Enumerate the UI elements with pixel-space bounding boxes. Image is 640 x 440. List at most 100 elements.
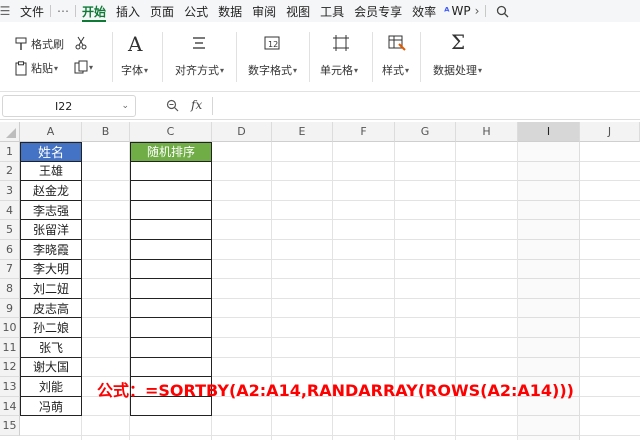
column-header-b[interactable]: B bbox=[82, 122, 130, 142]
column-header-a[interactable]: A bbox=[20, 122, 82, 142]
column-header-g[interactable]: G bbox=[395, 122, 456, 142]
tab-review[interactable]: 审阅 bbox=[252, 0, 276, 22]
tab-formula[interactable]: 公式 bbox=[184, 0, 208, 22]
spreadsheet-grid[interactable]: ABCDEFGHIJ 1 2 3 4 5 6 7 8 9 10 11 12 13 14 15 姓名 随机排序王… bbox=[0, 122, 640, 440]
fx-button[interactable]: fx bbox=[191, 98, 202, 112]
cell-name[interactable]: 李志强 bbox=[20, 200, 82, 221]
row-header-13[interactable]: 13 bbox=[0, 377, 20, 397]
cell-name[interactable]: 赵金龙 bbox=[20, 181, 82, 201]
column-header-j[interactable]: J bbox=[580, 122, 640, 142]
cell-name[interactable]: 谢大国 bbox=[20, 357, 82, 378]
column-header-e[interactable]: E bbox=[272, 122, 333, 142]
ribbon-divider bbox=[372, 32, 373, 82]
cell-name[interactable]: 刘二妞 bbox=[20, 279, 82, 299]
chevron-down-icon[interactable]: ⌄ bbox=[121, 101, 129, 111]
cell-name[interactable]: 刘能 bbox=[20, 377, 82, 397]
cell-random-sort[interactable] bbox=[130, 240, 212, 260]
column-header-d[interactable]: D bbox=[212, 122, 272, 142]
number-format-icon[interactable]: 12 bbox=[264, 35, 280, 51]
paste-button[interactable]: 粘贴 ▾ bbox=[14, 60, 58, 76]
row-header-11[interactable]: 11 bbox=[0, 338, 20, 358]
column-header-c[interactable]: C bbox=[130, 122, 212, 142]
tab-tools[interactable]: 工具 bbox=[320, 0, 344, 22]
cell-random-sort[interactable] bbox=[130, 338, 212, 358]
font-label: 字体 bbox=[121, 64, 143, 77]
menu-file[interactable]: 文件 bbox=[20, 0, 44, 22]
cell-random-sort[interactable] bbox=[130, 181, 212, 201]
ribbon-divider bbox=[162, 32, 163, 82]
cell-name[interactable]: 皮志高 bbox=[20, 298, 82, 319]
row-header-8[interactable]: 8 bbox=[0, 279, 20, 299]
tab-home[interactable]: 开始 bbox=[82, 0, 107, 22]
font-button[interactable]: 字体 ▾ bbox=[121, 62, 148, 78]
style-button[interactable]: 样式 ▾ bbox=[382, 62, 409, 78]
align-icon[interactable] bbox=[191, 36, 207, 50]
cell-name[interactable]: 张飞 bbox=[20, 338, 82, 358]
cell-name[interactable]: 王雄 bbox=[20, 161, 82, 182]
select-all-corner[interactable] bbox=[0, 122, 20, 142]
cells-icon[interactable] bbox=[332, 34, 350, 52]
cell-name[interactable]: 张留洋 bbox=[20, 220, 82, 240]
tab-view[interactable]: 视图 bbox=[286, 0, 310, 22]
row-header-9[interactable]: 9 bbox=[0, 298, 20, 319]
cell-random-sort[interactable] bbox=[130, 318, 212, 338]
cell-random-sort[interactable] bbox=[130, 161, 212, 182]
align-button[interactable]: 对齐方式 ▾ bbox=[175, 62, 224, 78]
formula-input[interactable] bbox=[216, 95, 638, 117]
style-icon[interactable] bbox=[388, 34, 406, 52]
copy-button[interactable]: ▾ bbox=[74, 60, 93, 74]
cell-random-sort[interactable] bbox=[130, 220, 212, 240]
tab-insert[interactable]: 插入 bbox=[116, 0, 140, 22]
format-painter-button[interactable]: 格式刷 bbox=[14, 36, 64, 52]
menu-more[interactable]: ⋯ bbox=[57, 0, 69, 22]
cell-random-sort[interactable] bbox=[130, 259, 212, 280]
tab-efficiency[interactable]: 效率 bbox=[412, 0, 436, 22]
hamburger-icon[interactable]: ☰ bbox=[0, 0, 10, 22]
chevron-right-icon[interactable]: › bbox=[475, 0, 480, 22]
row-header-15[interactable]: 15 bbox=[0, 416, 20, 436]
cell-name[interactable]: 李晓霞 bbox=[20, 240, 82, 260]
cut-icon[interactable] bbox=[74, 36, 88, 50]
formula-divider bbox=[212, 97, 213, 115]
ribbon-divider bbox=[112, 32, 113, 82]
menu-bar: ☰ 文件 ⋯ 开始 插入 页面 公式 数据 审阅 视图 工具 会员专享 效率 ᴬ… bbox=[0, 0, 640, 22]
column-header-f[interactable]: F bbox=[333, 122, 395, 142]
clipboard-icon bbox=[15, 60, 27, 75]
tab-data[interactable]: 数据 bbox=[218, 0, 242, 22]
search-icon[interactable] bbox=[496, 0, 509, 22]
row-header-14[interactable]: 14 bbox=[0, 396, 20, 417]
column-header-h[interactable]: H bbox=[456, 122, 518, 142]
cell-random-sort[interactable] bbox=[130, 298, 212, 319]
row-header-2[interactable]: 2 bbox=[0, 161, 20, 182]
font-icon[interactable]: A bbox=[128, 32, 142, 56]
row-header-10[interactable]: 10 bbox=[0, 318, 20, 338]
cells-button[interactable]: 单元格 ▾ bbox=[320, 62, 358, 78]
row-header-6[interactable]: 6 bbox=[0, 240, 20, 260]
row-header-3[interactable]: 3 bbox=[0, 181, 20, 201]
data-process-button[interactable]: 数据处理 ▾ bbox=[433, 62, 482, 78]
cell-a1-header[interactable]: 姓名 bbox=[20, 142, 82, 162]
cell-random-sort[interactable] bbox=[130, 279, 212, 299]
row-header-1[interactable]: 1 bbox=[0, 142, 20, 162]
cell-name[interactable]: 李大明 bbox=[20, 259, 82, 280]
paste-label: 粘贴 bbox=[31, 62, 53, 75]
zoom-search-icon[interactable] bbox=[166, 99, 179, 115]
brush-icon bbox=[15, 37, 27, 50]
cell-name[interactable]: 冯萌 bbox=[20, 396, 82, 417]
cell-c1-header[interactable]: 随机排序 bbox=[130, 142, 212, 162]
row-header-4[interactable]: 4 bbox=[0, 200, 20, 221]
name-box[interactable]: I22 ⌄ bbox=[2, 95, 136, 117]
tab-member[interactable]: 会员专享 bbox=[354, 0, 402, 22]
tab-wps-ai[interactable]: ᴬ WP bbox=[444, 0, 470, 22]
sigma-icon[interactable]: Σ bbox=[451, 30, 465, 54]
cell-random-sort[interactable] bbox=[130, 357, 212, 378]
row-header-7[interactable]: 7 bbox=[0, 259, 20, 280]
cell-random-sort[interactable] bbox=[130, 200, 212, 221]
row-header-5[interactable]: 5 bbox=[0, 220, 20, 240]
cell-name[interactable]: 孙二娘 bbox=[20, 318, 82, 338]
column-header-i[interactable]: I bbox=[518, 122, 580, 142]
number-format-button[interactable]: 数字格式 ▾ bbox=[248, 62, 297, 78]
format-painter-label: 格式刷 bbox=[31, 38, 64, 51]
row-header-12[interactable]: 12 bbox=[0, 357, 20, 378]
tab-page[interactable]: 页面 bbox=[150, 0, 174, 22]
